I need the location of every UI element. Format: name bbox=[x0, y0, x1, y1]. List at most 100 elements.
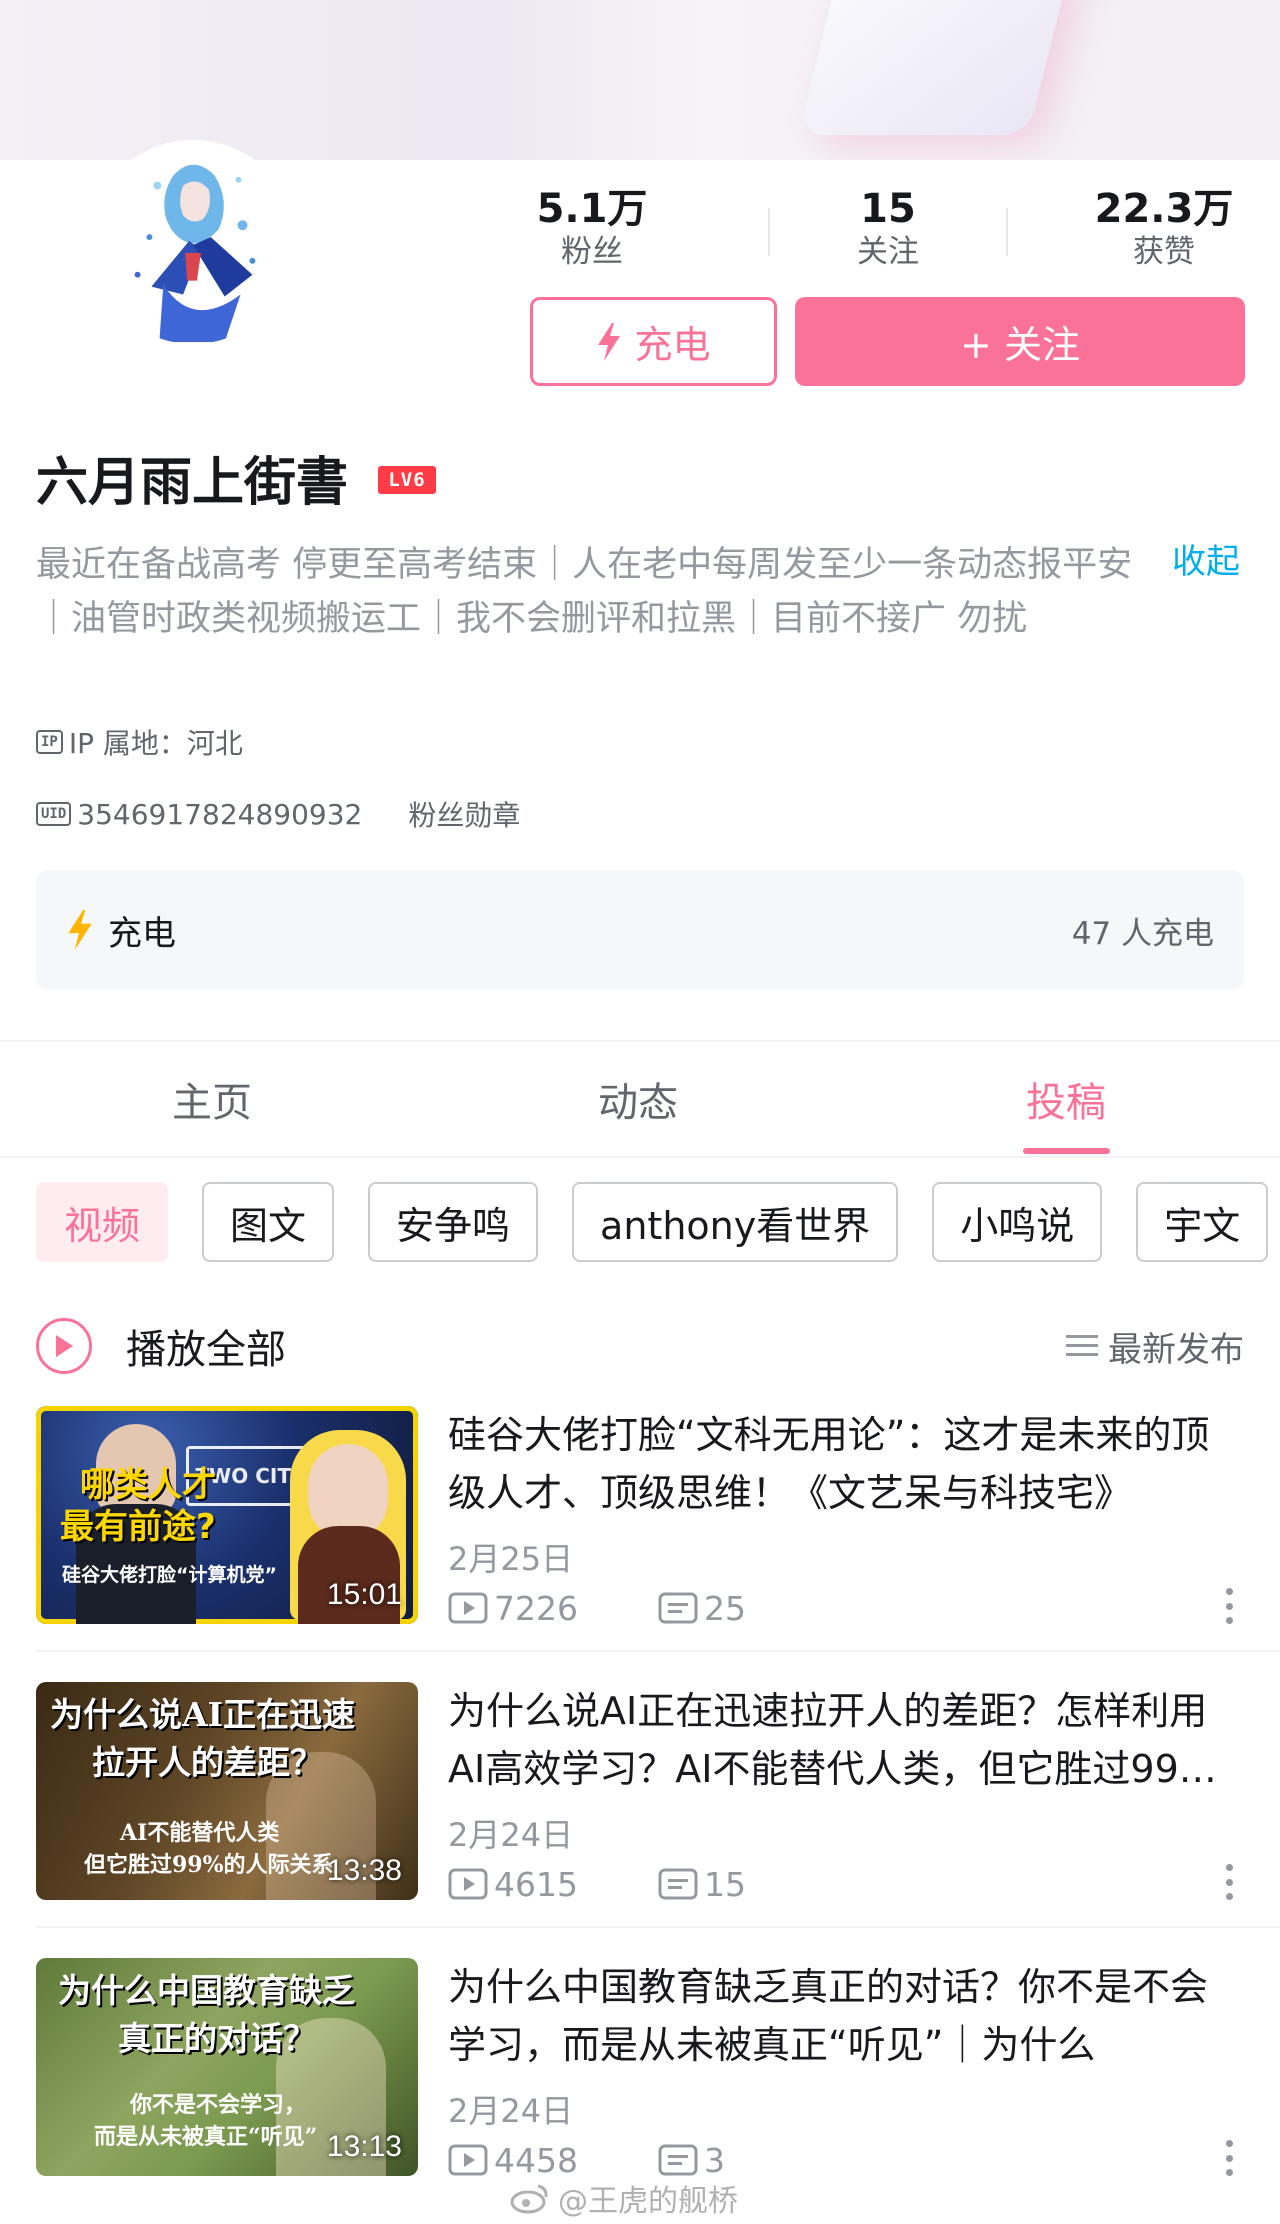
comment-count-value: 3 bbox=[704, 2140, 725, 2180]
stat-fans[interactable]: 5.1万 粉丝 bbox=[492, 186, 692, 272]
watermark-text: @王虎的舰桥 bbox=[558, 2184, 738, 2219]
play-all-button[interactable] bbox=[36, 1318, 92, 1374]
more-options-icon[interactable] bbox=[1214, 1860, 1244, 1904]
video-thumbnail[interactable]: TWO CITIES 哪类人才 最有前途? 硅谷大佬打脸“计算机党” 15:01 bbox=[36, 1406, 418, 1624]
sort-icon bbox=[1066, 1335, 1098, 1356]
collapse-link[interactable]: 收起 bbox=[1172, 534, 1240, 583]
stat-following-label: 关注 bbox=[857, 234, 919, 270]
view-count: 4615 bbox=[448, 1865, 578, 1904]
list-header: 播放全部 最新发布 bbox=[36, 1312, 1244, 1380]
tab-dynamics[interactable]: 动态 bbox=[538, 1070, 738, 1128]
profile-bio: 最近在备战高考 停更至高考结束｜人在老中每周发至少一条动态报平安｜油管时政类视频… bbox=[36, 545, 1133, 639]
uid-value[interactable]: 3546917824890932 bbox=[77, 798, 362, 831]
charge-button[interactable]: 充电 bbox=[530, 297, 777, 386]
comment-icon bbox=[658, 1592, 698, 1624]
video-date: 2月24日 bbox=[448, 2092, 574, 2130]
chip-collection-xiaoming[interactable]: 小鸣说 bbox=[932, 1182, 1103, 1262]
thumbnail-headline-2: 最有前途? bbox=[60, 1507, 216, 1547]
play-count-icon bbox=[448, 1592, 488, 1624]
stat-likes-label: 获赞 bbox=[1133, 234, 1195, 270]
charge-button-label: 充电 bbox=[634, 323, 711, 367]
charge-card[interactable]: 充电 47 人充电 bbox=[36, 870, 1244, 990]
chip-collection-yuwen[interactable]: 宇文 bbox=[1136, 1182, 1269, 1262]
video-stats: 7226 25 bbox=[448, 1586, 746, 1630]
chip-collection-anthony[interactable]: anthony看世界 bbox=[572, 1182, 899, 1262]
stat-fans-value: 5.1万 bbox=[536, 186, 648, 232]
active-tab-indicator bbox=[1023, 1148, 1110, 1154]
chip-collection-an-zhengming[interactable]: 安争鸣 bbox=[368, 1182, 539, 1262]
thumbnail-headline-2: 真正的对话？ bbox=[118, 2019, 316, 2058]
watermark: @王虎的舰桥 bbox=[510, 2176, 738, 2220]
tab-home[interactable]: 主页 bbox=[112, 1070, 312, 1128]
thumbnail-subline-1: 你不是不会学习， bbox=[130, 2092, 307, 2118]
list-divider bbox=[36, 1650, 1280, 1652]
uid-icon: UID bbox=[36, 802, 72, 826]
filter-chips: 视频 图文 安争鸣 anthony看世界 小鸣说 宇文 bbox=[36, 1182, 1280, 1264]
chip-posts[interactable]: 图文 bbox=[202, 1182, 335, 1262]
video-title[interactable]: 硅谷大佬打脸“文科无用论”：这才是未来的顶级人才、顶级思维！《文艺呆与科技宅》 bbox=[448, 1406, 1238, 1522]
video-thumbnail[interactable]: 为什么说AI正在迅速 拉开人的差距？ AI不能替代人类 但它胜过99%的人际关系… bbox=[36, 1682, 418, 1900]
thumbnail-headline-1: 为什么说AI正在迅速 bbox=[50, 1695, 356, 1734]
thumbnail-subline-2: 而是从未被真正“听见” bbox=[94, 2124, 318, 2150]
view-count: 4458 bbox=[448, 2141, 578, 2180]
view-count: 7226 bbox=[448, 1589, 578, 1628]
follow-button-label: + 关注 bbox=[960, 323, 1080, 367]
ip-location: IP 属地：河北 bbox=[68, 727, 243, 760]
sort-dropdown[interactable]: 最新发布 bbox=[1066, 1322, 1244, 1371]
sort-label: 最新发布 bbox=[1108, 1329, 1244, 1370]
fan-medal-link[interactable]: 粉丝勋章 bbox=[408, 794, 520, 834]
stat-divider bbox=[768, 208, 770, 256]
profile-tabs: 主页 动态 投稿 bbox=[0, 1040, 1280, 1158]
thumbnail-caption: 硅谷大佬打脸“计算机党” bbox=[62, 1564, 277, 1586]
video-date: 2月24日 bbox=[448, 1816, 574, 1854]
ip-location-row: IP IP 属地：河北 bbox=[36, 722, 243, 762]
thumbnail-headline-1: 为什么中国教育缺乏 bbox=[58, 1971, 355, 2010]
charge-card-title: 充电 bbox=[108, 913, 176, 954]
uid-row: UID 3546917824890932 粉丝勋章 bbox=[36, 794, 520, 834]
profile-banner bbox=[0, 0, 1280, 160]
stat-fans-label: 粉丝 bbox=[561, 234, 623, 270]
follow-button[interactable]: + 关注 bbox=[795, 297, 1245, 386]
more-options-icon[interactable] bbox=[1214, 2136, 1244, 2180]
thumbnail-headline-1: 哪类人才 bbox=[80, 1465, 216, 1505]
video-duration: 13:13 bbox=[326, 2130, 402, 2163]
play-icon bbox=[56, 1335, 73, 1357]
ip-icon: IP bbox=[36, 730, 63, 754]
more-options-icon[interactable] bbox=[1214, 1584, 1244, 1628]
stat-following[interactable]: 15 关注 bbox=[788, 186, 988, 272]
stat-following-value: 15 bbox=[860, 186, 916, 232]
play-count-icon bbox=[448, 2144, 488, 2176]
view-count-value: 7226 bbox=[494, 1588, 578, 1628]
comment-count: 15 bbox=[658, 1865, 746, 1904]
chip-videos[interactable]: 视频 bbox=[36, 1182, 169, 1262]
tab-uploads[interactable]: 投稿 bbox=[966, 1070, 1166, 1128]
thumbnail-headline-2: 拉开人的差距？ bbox=[92, 1743, 323, 1782]
comment-count: 3 bbox=[658, 2141, 725, 2180]
view-count-value: 4615 bbox=[494, 1864, 578, 1904]
comment-icon bbox=[658, 1868, 698, 1900]
username: 六月雨上街書 bbox=[36, 453, 349, 513]
video-duration: 13:38 bbox=[326, 1854, 402, 1887]
play-all-label[interactable]: 播放全部 bbox=[126, 1317, 286, 1375]
list-divider bbox=[36, 1926, 1280, 1928]
video-item[interactable]: 为什么说AI正在迅速 拉开人的差距？ AI不能替代人类 但它胜过99%的人际关系… bbox=[36, 1682, 1244, 1904]
avatar-illustration bbox=[94, 146, 292, 344]
weibo-logo-icon bbox=[510, 2184, 548, 2214]
video-date: 2月25日 bbox=[448, 1540, 574, 1578]
comment-count: 25 bbox=[658, 1589, 746, 1628]
video-stats: 4615 15 bbox=[448, 1862, 746, 1906]
thumbnail-subline-1: AI不能替代人类 bbox=[120, 1820, 280, 1846]
stat-likes[interactable]: 22.3万 获赞 bbox=[1064, 186, 1264, 272]
view-count-value: 4458 bbox=[494, 2140, 578, 2180]
comment-count-value: 25 bbox=[704, 1588, 746, 1628]
video-item[interactable]: 为什么中国教育缺乏 真正的对话？ 你不是不会学习， 而是从未被真正“听见” 13… bbox=[36, 1958, 1244, 2180]
video-thumbnail[interactable]: 为什么中国教育缺乏 真正的对话？ 你不是不会学习， 而是从未被真正“听见” 13… bbox=[36, 1958, 418, 2176]
video-title[interactable]: 为什么中国教育缺乏真正的对话？你不是不会学习，而是从未被真正“听见”｜为什么 bbox=[448, 1958, 1238, 2074]
avatar[interactable] bbox=[88, 140, 298, 350]
stat-divider bbox=[1006, 208, 1008, 256]
banner-decoration bbox=[798, 0, 1072, 135]
thumbnail-subline-2: 但它胜过99%的人际关系 bbox=[84, 1852, 334, 1878]
video-title[interactable]: 为什么说AI正在迅速拉开人的差距？怎样利用AI高效学习？AI不能替代人类，但它胜… bbox=[448, 1682, 1238, 1798]
video-item[interactable]: TWO CITIES 哪类人才 最有前途? 硅谷大佬打脸“计算机党” 15:01… bbox=[36, 1406, 1244, 1628]
charge-card-count: 47 人充电 bbox=[1071, 915, 1214, 952]
